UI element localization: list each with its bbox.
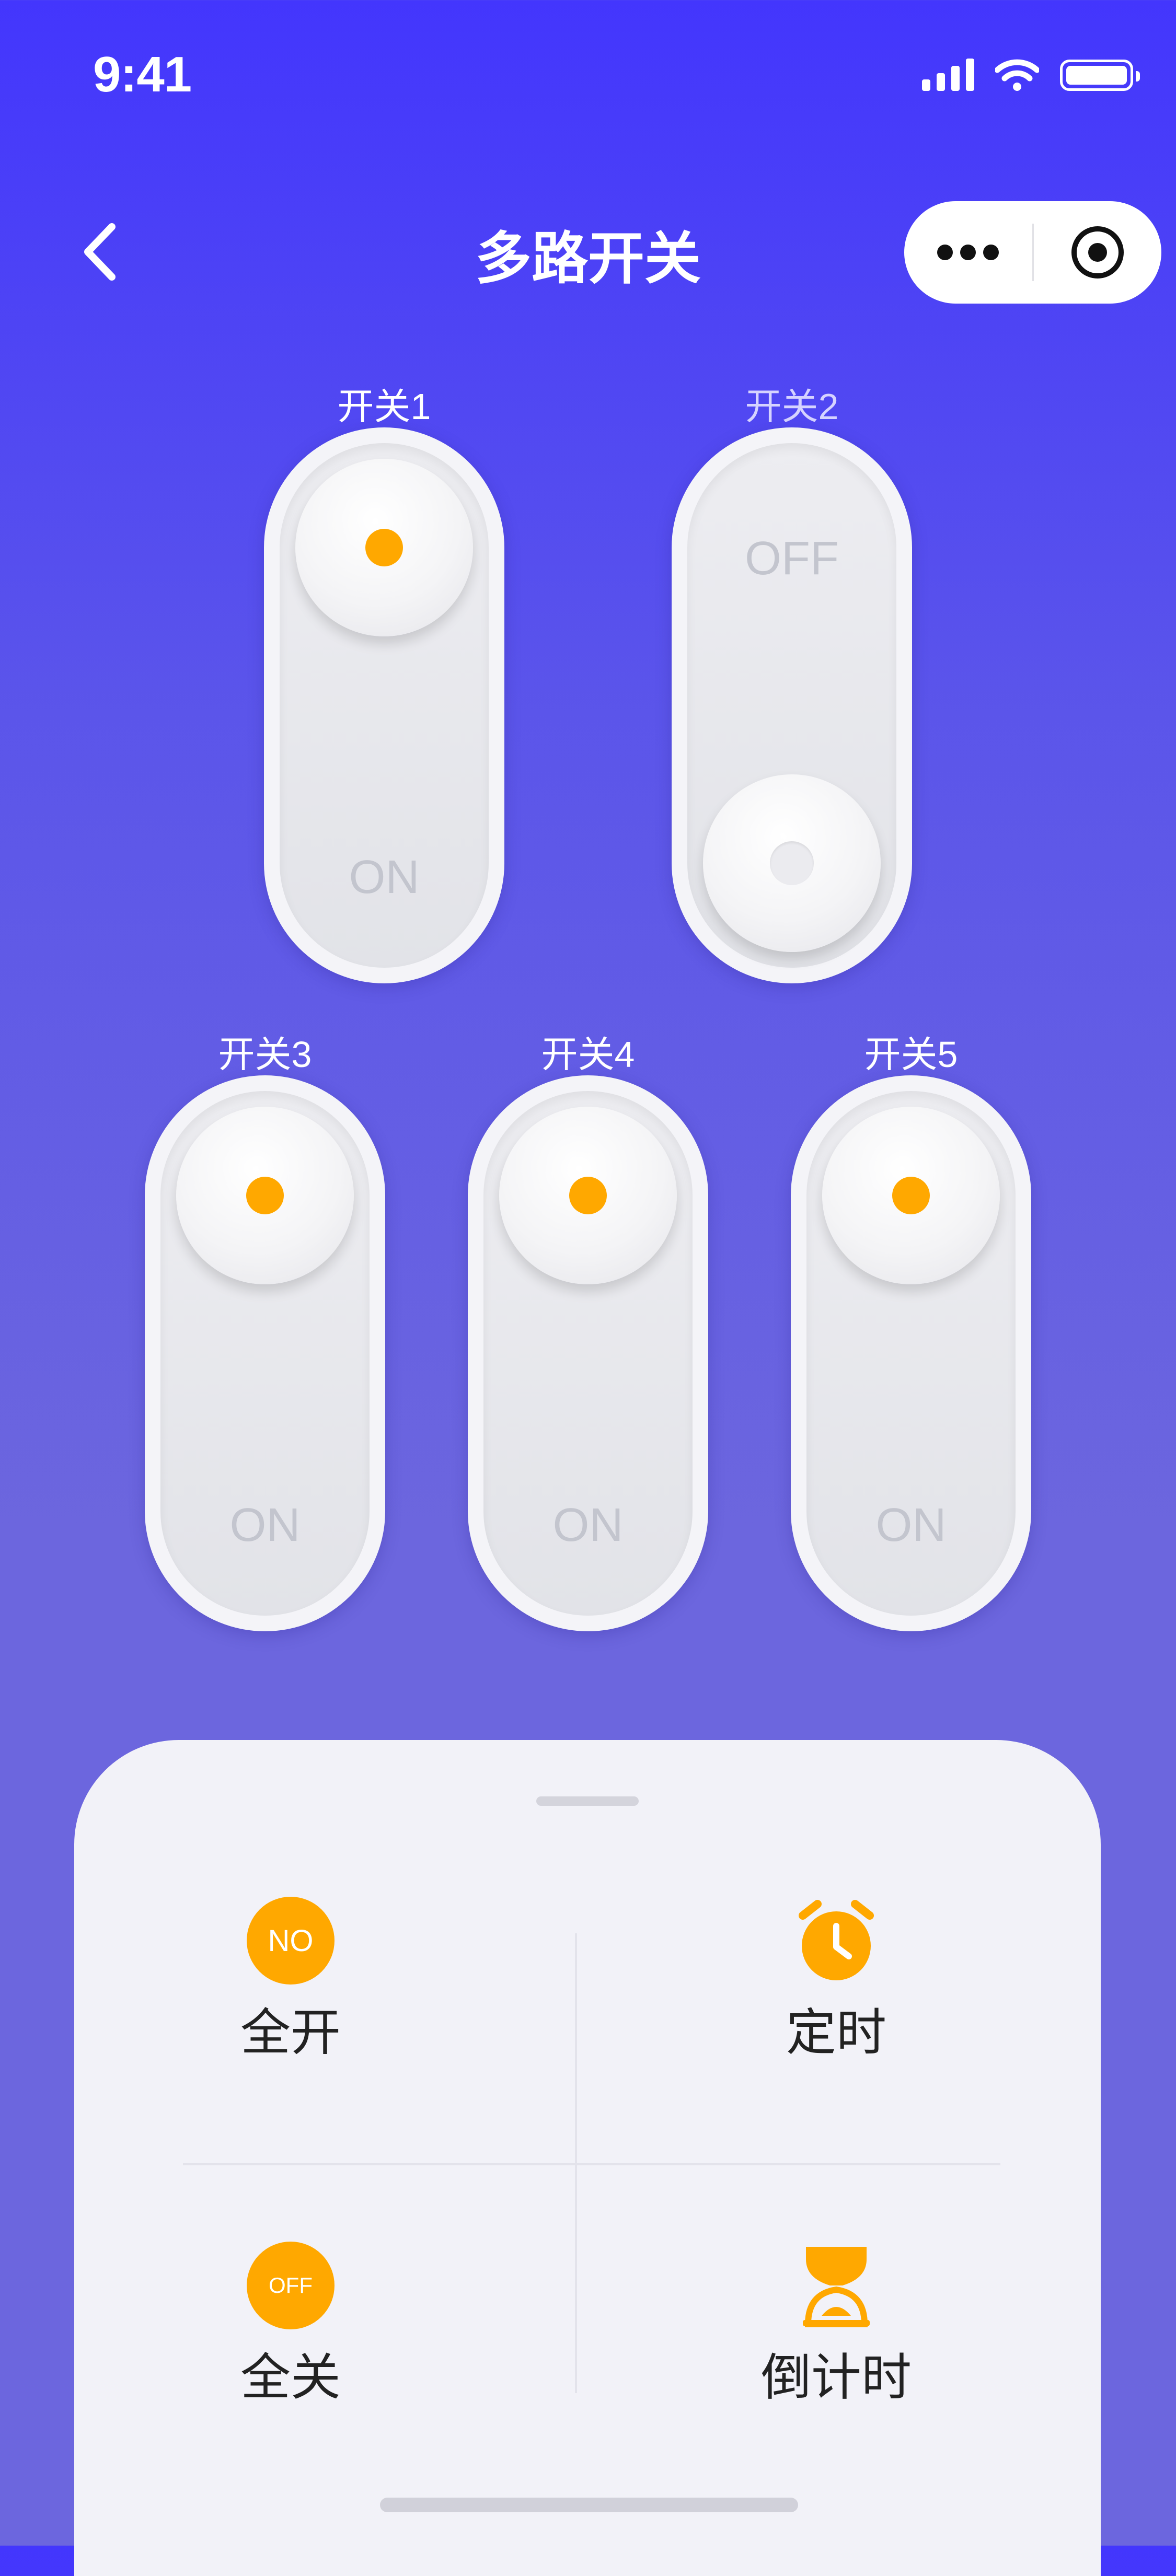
countdown-label: 倒计时 xyxy=(761,2350,912,2406)
wifi-icon xyxy=(995,59,1039,91)
status-time: 9:41 xyxy=(93,47,192,102)
panel-grabber[interactable] xyxy=(536,1796,639,1806)
switch-knob[interactable] xyxy=(295,459,473,636)
switch-1: 开关1 ON xyxy=(264,377,504,983)
switch-state: ON xyxy=(552,1499,624,1551)
switch-knob[interactable] xyxy=(176,1107,354,1284)
target-icon xyxy=(1071,226,1124,279)
all-off-label: 全关 xyxy=(240,2350,341,2406)
switch-toggle[interactable]: ON xyxy=(145,1075,385,1631)
off-badge-icon: OFF xyxy=(247,2242,335,2329)
indicator-dot xyxy=(770,841,814,885)
control-panel: NO 全开 定时 OFF 全关 倒计时 xyxy=(74,1740,1101,2576)
indicator-dot xyxy=(365,529,403,566)
countdown-button[interactable]: 倒计时 xyxy=(716,2242,956,2430)
alarm-clock-icon xyxy=(799,1900,874,1980)
divider-horizontal xyxy=(183,2163,1000,2165)
signal-icon xyxy=(922,56,974,91)
switch-2: 开关2 OFF xyxy=(672,377,912,983)
battery-icon xyxy=(1060,60,1140,91)
indicator-dot xyxy=(246,1177,284,1214)
mini-program-capsule xyxy=(904,201,1161,304)
status-icons xyxy=(922,56,1140,91)
switch-state: ON xyxy=(229,1499,301,1551)
switch-label: 开关4 xyxy=(541,1034,635,1075)
switch-toggle[interactable]: ON xyxy=(791,1075,1031,1631)
all-on-button[interactable]: NO 全开 xyxy=(170,1897,411,2085)
switch-knob[interactable] xyxy=(703,774,881,952)
home-indicator xyxy=(380,2498,798,2512)
switch-label: 开关5 xyxy=(864,1034,958,1075)
hourglass-icon xyxy=(803,2247,870,2327)
switch-4: 开关4 ON xyxy=(468,1025,708,1631)
all-off-button[interactable]: OFF 全关 xyxy=(170,2242,411,2430)
switch-label: 开关1 xyxy=(337,386,431,427)
switch-knob[interactable] xyxy=(822,1107,1000,1284)
switch-label: 开关3 xyxy=(218,1034,312,1075)
switch-3: 开关3 ON xyxy=(145,1025,385,1631)
switch-state: OFF xyxy=(745,532,839,585)
switch-state: ON xyxy=(875,1499,947,1551)
more-dots-icon xyxy=(937,245,999,260)
all-on-label: 全开 xyxy=(240,2005,341,2061)
switch-state: ON xyxy=(349,851,420,903)
indicator-dot xyxy=(569,1177,607,1214)
timer-label: 定时 xyxy=(786,2005,886,2061)
indicator-dot xyxy=(892,1177,930,1214)
close-button[interactable] xyxy=(1034,201,1162,304)
on-badge-icon: NO xyxy=(247,1897,335,1985)
switch-toggle[interactable]: ON xyxy=(468,1075,708,1631)
timer-button[interactable]: 定时 xyxy=(716,1897,956,2085)
more-button[interactable] xyxy=(904,201,1032,304)
switch-5: 开关5 ON xyxy=(791,1025,1031,1631)
switch-label: 开关2 xyxy=(745,386,839,427)
switch-toggle[interactable]: ON xyxy=(264,427,504,983)
switch-knob[interactable] xyxy=(499,1107,677,1284)
switch-toggle[interactable]: OFF xyxy=(672,427,912,983)
